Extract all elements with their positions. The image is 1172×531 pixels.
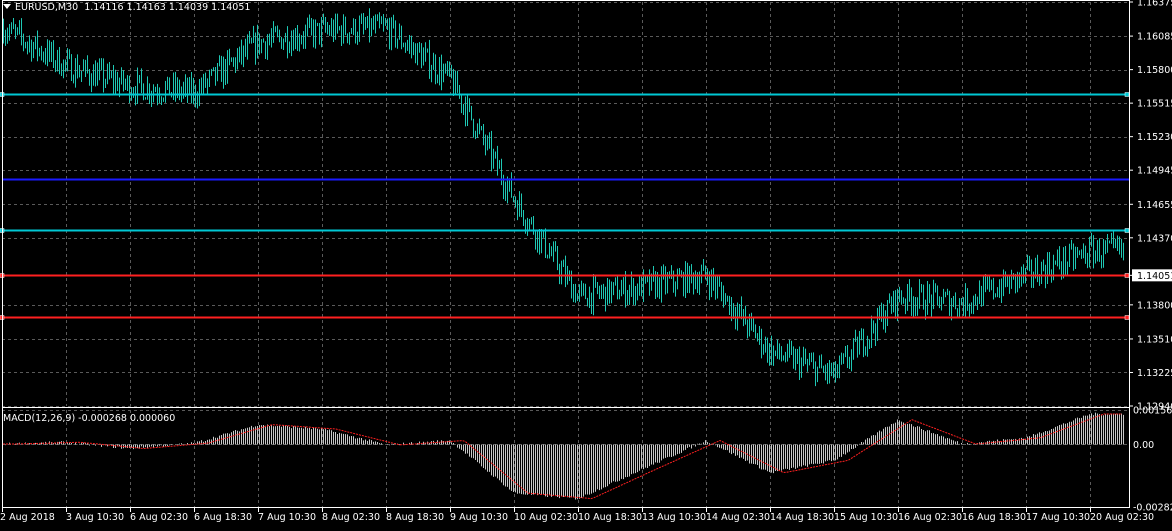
time-label: 9 Aug 10:30 — [450, 512, 508, 523]
chart-window[interactable]: 1.16375 1.16085 1.15800 1.15515 1.15230 1.149… — [0, 0, 1172, 527]
time-label: 7 Aug 10:30 — [258, 512, 316, 523]
symbol-label: EURUSD,M30 — [15, 2, 79, 13]
time-label: 10 Aug 02:30 — [514, 512, 578, 523]
time-label: 14 Aug 18:30 — [770, 512, 834, 523]
time-label: 16 Aug 18:30 — [962, 512, 1026, 523]
price-tick-label: 1.16375 — [1137, 0, 1172, 9]
time-label: 14 Aug 02:30 — [706, 512, 770, 523]
time-label: 6 Aug 18:30 — [194, 512, 252, 523]
symbol-header[interactable]: EURUSD,M30 1.14116 1.14163 1.14039 1.140… — [3, 2, 250, 13]
price-tick-label: 1.16085 — [1137, 32, 1172, 43]
time-label: 10 Aug 18:30 — [578, 512, 642, 523]
time-label: 8 Aug 02:30 — [322, 512, 380, 523]
time-label: 2 Aug 2018 — [0, 512, 55, 523]
time-label: 20 Aug 02:30 — [1090, 512, 1154, 523]
macd-tick-label: 0.00 — [1133, 440, 1154, 451]
price-tick-label: 1.15230 — [1137, 132, 1172, 143]
current-price-label: 1.14051 — [1137, 271, 1172, 282]
price-tick-label: 1.14655 — [1137, 200, 1172, 211]
time-label: 3 Aug 10:30 — [66, 512, 124, 523]
time-label: 16 Aug 02:30 — [898, 512, 962, 523]
price-tick-label: 1.15515 — [1137, 99, 1172, 110]
price-tick-label: 1.13510 — [1137, 334, 1172, 345]
level-handle[interactable] — [1124, 273, 1130, 278]
level-handle[interactable] — [1124, 92, 1130, 97]
time-label: 17 Aug 10:30 — [1026, 512, 1090, 523]
macd-label: MACD(12,26,9) -0.000268 0.000060 — [3, 413, 176, 424]
time-label: 8 Aug 18:30 — [386, 512, 444, 523]
ohlc-values: 1.14116 1.14163 1.14039 1.14051 — [84, 2, 251, 13]
price-tick-label: 1.14945 — [1137, 166, 1172, 177]
macd-tick-label: 0.00156 — [1133, 406, 1172, 417]
chart-canvas[interactable]: 1.16375 1.16085 1.15800 1.15515 1.15230 1.149… — [0, 0, 1172, 527]
time-label: 13 Aug 10:30 — [642, 512, 706, 523]
price-tick-label: 1.14370 — [1137, 233, 1172, 244]
price-tick-label: 1.13225 — [1137, 368, 1172, 379]
triangle-down-icon[interactable] — [3, 4, 11, 9]
time-label: 15 Aug 10:30 — [834, 512, 898, 523]
price-tick-label: 1.13800 — [1137, 300, 1172, 311]
level-handle[interactable] — [1124, 228, 1130, 233]
level-handle[interactable] — [1124, 315, 1130, 320]
time-label: 6 Aug 02:30 — [130, 512, 188, 523]
price-tick-label: 1.15800 — [1137, 65, 1172, 76]
